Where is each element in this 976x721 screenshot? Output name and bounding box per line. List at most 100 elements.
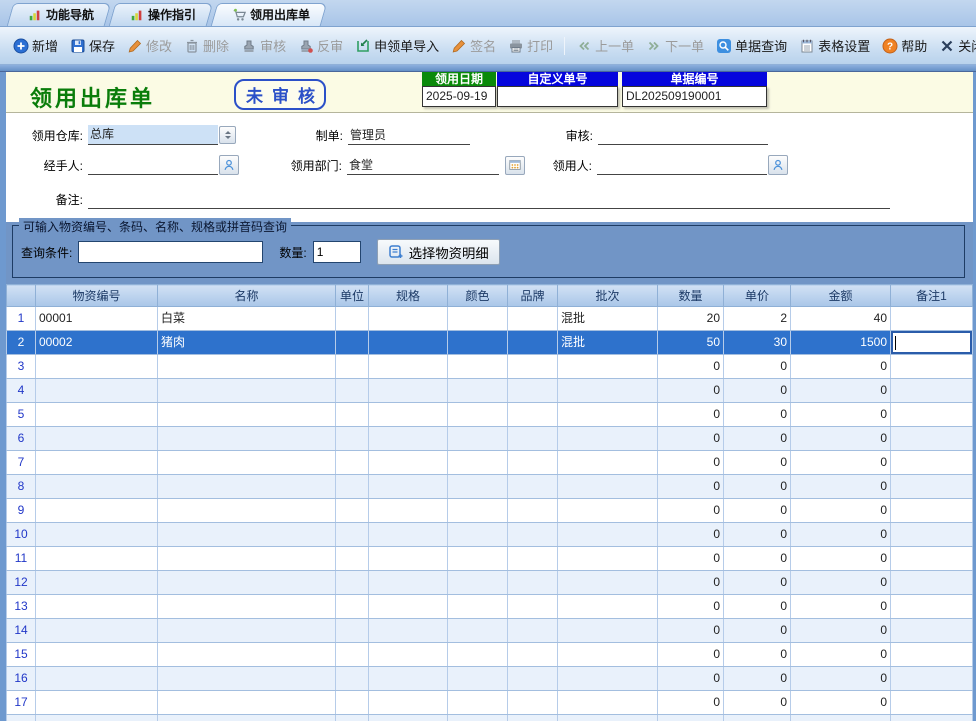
cell-name[interactable] [158, 619, 336, 643]
cell-batch[interactable] [558, 619, 658, 643]
cell-brand[interactable] [508, 379, 558, 403]
cell-unit[interactable] [336, 523, 369, 547]
cell-code[interactable] [36, 547, 158, 571]
cell-spec[interactable] [369, 667, 448, 691]
cell-amount[interactable]: 0 [791, 595, 891, 619]
cell-brand[interactable] [508, 331, 558, 355]
cell-batch[interactable] [558, 715, 658, 721]
cell-unit[interactable] [336, 643, 369, 667]
cell-num[interactable]: 12 [7, 571, 36, 595]
cell-spec[interactable] [369, 595, 448, 619]
cell-brand[interactable] [508, 475, 558, 499]
cell-batch[interactable] [558, 571, 658, 595]
cell-code[interactable] [36, 595, 158, 619]
column-header[interactable]: 物资编号 [36, 285, 158, 307]
table-row[interactable]: 8000 [7, 475, 973, 499]
audit-button[interactable]: 审核 [236, 33, 291, 58]
handler-field[interactable] [88, 155, 218, 175]
cell-code[interactable] [36, 691, 158, 715]
cell-name[interactable] [158, 499, 336, 523]
cell-unit[interactable] [336, 691, 369, 715]
cell-batch[interactable] [558, 427, 658, 451]
cell-qty[interactable]: 0 [658, 691, 724, 715]
modify-button[interactable]: 修改 [122, 33, 177, 58]
cell-unit[interactable] [336, 667, 369, 691]
column-header[interactable]: 名称 [158, 285, 336, 307]
cell-spec[interactable] [369, 427, 448, 451]
cell-code[interactable] [36, 619, 158, 643]
cell-remark[interactable] [891, 571, 973, 595]
cell-brand[interactable] [508, 547, 558, 571]
column-header[interactable]: 批次 [558, 285, 658, 307]
cell-color[interactable] [448, 691, 508, 715]
cell-qty[interactable]: 0 [658, 667, 724, 691]
cell-qty[interactable]: 0 [658, 427, 724, 451]
cell-unit[interactable] [336, 571, 369, 595]
cell-amount[interactable]: 0 [791, 619, 891, 643]
cell-remark[interactable] [891, 619, 973, 643]
cell-qty[interactable]: 0 [658, 547, 724, 571]
cell-code[interactable] [36, 475, 158, 499]
cell-amount[interactable]: 0 [791, 547, 891, 571]
cell-code[interactable] [36, 571, 158, 595]
cell-amount[interactable]: 0 [791, 379, 891, 403]
next-doc-button[interactable]: 下一单 [641, 33, 709, 58]
cell-remark[interactable] [891, 427, 973, 451]
cell-qty[interactable]: 20 [658, 307, 724, 331]
auditor-field[interactable] [598, 125, 768, 145]
cell-remark[interactable] [891, 715, 973, 721]
cell-name[interactable] [158, 691, 336, 715]
cell-num[interactable]: 16 [7, 667, 36, 691]
cell-price[interactable]: 0 [724, 427, 791, 451]
cell-brand[interactable] [508, 667, 558, 691]
close-button[interactable]: 关闭 [934, 33, 976, 58]
cell-price[interactable]: 0 [724, 691, 791, 715]
recipient-picker-button[interactable] [768, 155, 788, 175]
unaudit-button[interactable]: 反审 [293, 33, 348, 58]
cell-qty[interactable]: 0 [658, 499, 724, 523]
cell-batch[interactable]: 混批 [558, 331, 658, 355]
cell-brand[interactable] [508, 691, 558, 715]
cell-amount[interactable]: 0 [791, 667, 891, 691]
cell-remark[interactable] [891, 379, 973, 403]
cell-unit[interactable] [336, 427, 369, 451]
cell-code[interactable] [36, 667, 158, 691]
cell-batch[interactable] [558, 379, 658, 403]
cell-color[interactable] [448, 643, 508, 667]
save-button[interactable]: 保存 [65, 33, 120, 58]
table-row[interactable]: 17000 [7, 691, 973, 715]
cell-color[interactable] [448, 475, 508, 499]
cell-spec[interactable] [369, 691, 448, 715]
cell-name[interactable] [158, 643, 336, 667]
cell-name[interactable] [158, 403, 336, 427]
cell-price[interactable]: 0 [724, 547, 791, 571]
tab-operation-guide[interactable]: 操作指引 [112, 3, 210, 26]
cell-spec[interactable] [369, 571, 448, 595]
cell-color[interactable] [448, 571, 508, 595]
cell-qty[interactable] [658, 715, 724, 721]
cell-batch[interactable]: 混批 [558, 307, 658, 331]
table-row[interactable]: 12000 [7, 571, 973, 595]
column-header[interactable]: 单位 [336, 285, 369, 307]
new-button[interactable]: 新增 [8, 33, 63, 58]
cell-spec[interactable] [369, 307, 448, 331]
cell-qty[interactable]: 0 [658, 595, 724, 619]
cell-batch[interactable] [558, 643, 658, 667]
cell-spec[interactable] [369, 355, 448, 379]
column-header[interactable]: 颜色 [448, 285, 508, 307]
table-row[interactable]: 13000 [7, 595, 973, 619]
cell-unit[interactable] [336, 403, 369, 427]
cell-color[interactable] [448, 307, 508, 331]
cell-qty[interactable]: 50 [658, 331, 724, 355]
table-row[interactable]: 6000 [7, 427, 973, 451]
cell-spec[interactable] [369, 619, 448, 643]
column-header[interactable]: 规格 [369, 285, 448, 307]
cell-unit[interactable] [336, 499, 369, 523]
cell-spec[interactable] [369, 547, 448, 571]
warehouse-field[interactable]: 总库 [88, 125, 218, 145]
cell-amount[interactable]: 1500 [791, 331, 891, 355]
cell-batch[interactable] [558, 547, 658, 571]
cell-price[interactable]: 0 [724, 451, 791, 475]
cell-name[interactable] [158, 571, 336, 595]
cell-num[interactable]: 11 [7, 547, 36, 571]
